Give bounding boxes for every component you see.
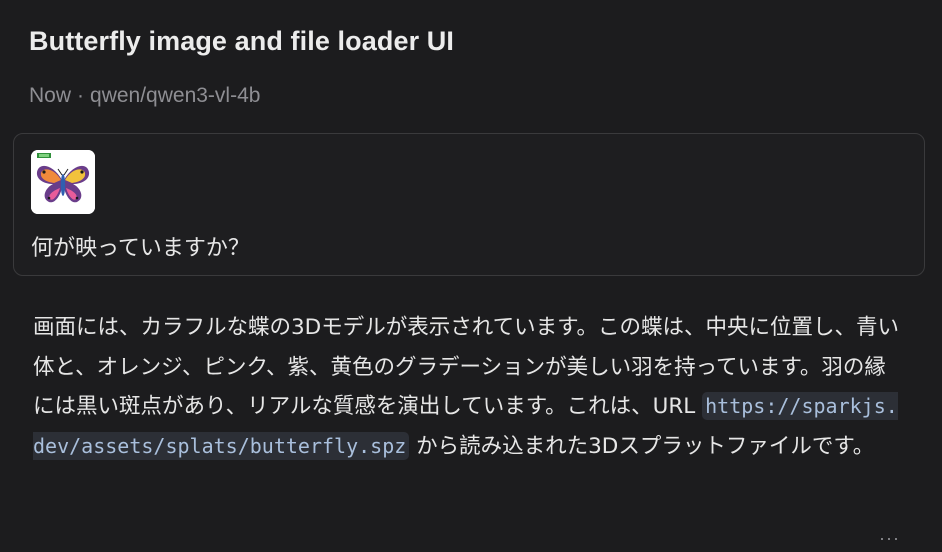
conversation-title: Butterfly image and file loader UI <box>29 26 454 56</box>
more-options-icon[interactable]: ··· <box>879 528 900 549</box>
timestamp: Now <box>29 84 72 107</box>
assistant-text-after: から読み込まれた3Dスプラットファイルです。 <box>409 433 875 459</box>
assistant-message: 画面には、カラフルな蝶の3Dモデルが表示されています。この蝶は、中央に位置し、青… <box>33 308 905 466</box>
user-question: 何が映っていますか？ <box>31 236 250 261</box>
meta-separator: · <box>77 84 85 107</box>
model-name: qwen/qwen3-vl-4b <box>90 84 261 107</box>
conversation-meta: Now · qwen/qwen3-vl-4b <box>29 84 260 108</box>
user-message: 何が映っていますか？ <box>13 133 925 276</box>
butterfly-image-thumbnail[interactable] <box>31 150 95 214</box>
